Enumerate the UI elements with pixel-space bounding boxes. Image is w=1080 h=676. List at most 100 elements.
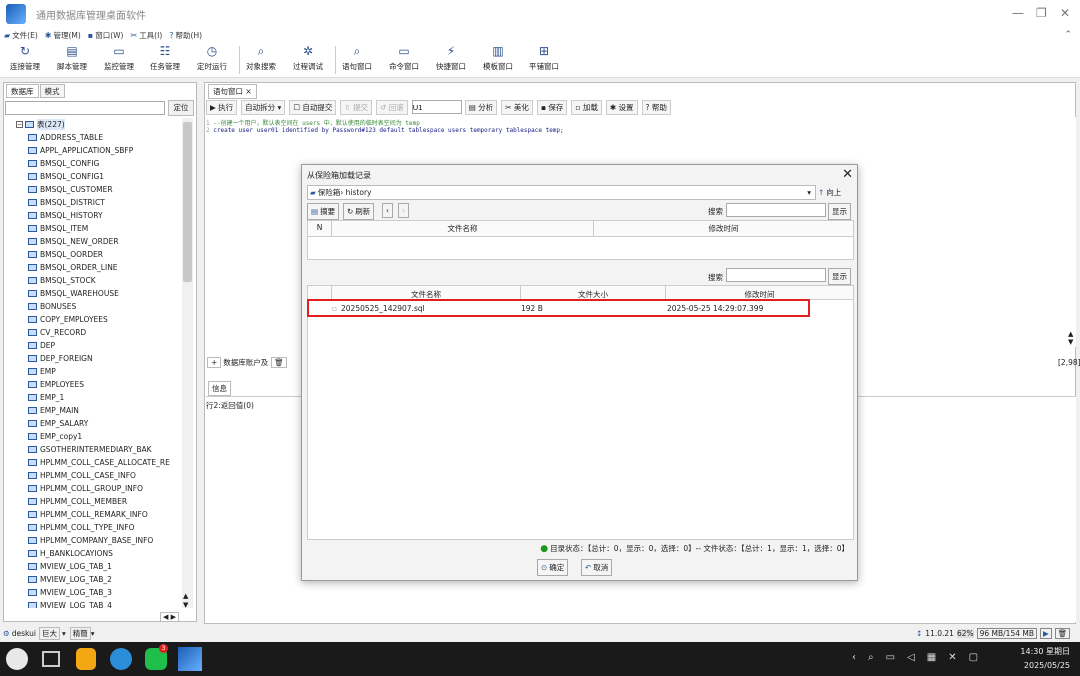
- table-item[interactable]: HPLMM_COLL_GROUP_INFO: [6, 482, 182, 495]
- file-search-input[interactable]: [726, 268, 826, 282]
- mode-select[interactable]: 精簡: [69, 626, 91, 640]
- table-item[interactable]: EMP_1: [6, 391, 182, 404]
- menu-tools[interactable]: ✂ 工具(I): [130, 30, 162, 41]
- message-icon[interactable]: ▢: [969, 652, 978, 663]
- app-yellow-icon[interactable]: [76, 648, 96, 670]
- table-item[interactable]: HPLMM_COMPANY_BASE_INFO: [6, 534, 182, 547]
- task-manager-button[interactable]: ☷ 任务管理: [150, 44, 180, 72]
- path-selector[interactable]: ▰ 保险箱› history ▾: [307, 185, 816, 200]
- table-item[interactable]: ADDRESS_TABLE: [6, 131, 182, 144]
- template-window-button[interactable]: ▥ 模板窗口: [483, 44, 513, 72]
- refresh-button[interactable]: ↻ 刷新: [343, 203, 375, 220]
- chevron-down-icon[interactable]: ▾: [91, 629, 95, 638]
- table-item[interactable]: HPLMM_COLL_CASE_INFO: [6, 469, 182, 482]
- delete-icon[interactable]: 🗑: [271, 357, 287, 368]
- object-search-button[interactable]: ⌕ 对象搜索: [246, 44, 276, 72]
- table-item[interactable]: HPLMM_COLL_REMARK_INFO: [6, 508, 182, 521]
- table-item[interactable]: MVIEW_LOG_TAB_3: [6, 586, 182, 599]
- table-item[interactable]: BMSQL_NEW_ORDER: [6, 235, 182, 248]
- locate-button[interactable]: 定位: [168, 100, 194, 116]
- add-icon[interactable]: +: [207, 357, 222, 368]
- table-item[interactable]: DEP: [6, 339, 182, 352]
- scroll-up-icon[interactable]: ▲: [183, 592, 188, 600]
- table-item[interactable]: BMSQL_WAREHOUSE: [6, 287, 182, 300]
- collapse-toggle-icon[interactable]: −: [16, 121, 23, 128]
- procedure-debug-button[interactable]: ✲ 过程调试: [293, 44, 323, 72]
- start-icon[interactable]: [6, 648, 28, 670]
- scheduled-run-button[interactable]: ◷ 定时运行: [197, 44, 227, 72]
- table-item[interactable]: BMSQL_CONFIG: [6, 157, 182, 170]
- chevron-down-icon[interactable]: ▾: [62, 629, 66, 638]
- forward-button[interactable]: ›: [398, 203, 409, 218]
- multitask-icon[interactable]: [42, 651, 60, 667]
- close-icon[interactable]: ✕: [1060, 6, 1070, 20]
- tree-scrollbar-thumb[interactable]: [183, 122, 192, 282]
- tab-database[interactable]: 数据库: [6, 84, 39, 98]
- table-item[interactable]: MVIEW_LOG_TAB_4: [6, 599, 182, 608]
- table-item[interactable]: HPLMM_COLL_MEMBER: [6, 495, 182, 508]
- schema-input[interactable]: [411, 100, 462, 114]
- auto-commit-checkbox[interactable]: ☐ 自动提交: [289, 99, 337, 115]
- keyboard-icon[interactable]: ▦: [927, 652, 936, 663]
- table-item[interactable]: MVIEW_LOG_TAB_2: [6, 573, 182, 586]
- script-manager-button[interactable]: ▤ 脚本管理: [57, 44, 87, 72]
- table-item[interactable]: CV_RECORD: [6, 326, 182, 339]
- network-icon[interactable]: ✕: [948, 652, 956, 663]
- rollback-button[interactable]: ↺ 回滚: [376, 99, 408, 115]
- table-item[interactable]: BMSQL_ORDER_LINE: [6, 261, 182, 274]
- help-button[interactable]: ? 帮助: [641, 99, 671, 115]
- collapse-icon[interactable]: ⌃: [1064, 30, 1072, 40]
- statement-window-button[interactable]: ⌕ 语句窗口: [342, 44, 372, 72]
- table-item[interactable]: GSOTHERINTERMEDIARY_BAK: [6, 443, 182, 456]
- tile-windows-button[interactable]: ⊞ 平铺窗口: [529, 44, 559, 72]
- maximize-icon[interactable]: ❐: [1036, 6, 1047, 20]
- table-item[interactable]: BMSQL_DISTRICT: [6, 196, 182, 209]
- menu-file[interactable]: ▰ 文件(E): [4, 30, 38, 41]
- table-item[interactable]: EMP_MAIN: [6, 404, 182, 417]
- tab-info[interactable]: 信息: [208, 381, 231, 396]
- ok-button[interactable]: ⊙ 确定: [537, 559, 569, 576]
- chevron-left-icon[interactable]: ‹: [852, 652, 856, 663]
- table-item[interactable]: EMP_SALARY: [6, 417, 182, 430]
- load-button[interactable]: ▫ 加载: [571, 99, 602, 115]
- table-item[interactable]: EMP: [6, 365, 182, 378]
- commit-button[interactable]: ⇧ 提交: [340, 99, 373, 115]
- table-item[interactable]: BMSQL_HISTORY: [6, 209, 182, 222]
- table-item[interactable]: BMSQL_CONFIG1: [6, 170, 182, 183]
- table-item[interactable]: BMSQL_STOCK: [6, 274, 182, 287]
- play-icon[interactable]: ▶: [1040, 628, 1052, 639]
- hscroll-arrows[interactable]: ◀ ▶: [160, 612, 179, 622]
- db-app-icon[interactable]: [178, 647, 202, 671]
- dir-show-button[interactable]: 显示: [828, 203, 851, 220]
- cancel-button[interactable]: ↶ 取消: [581, 559, 613, 576]
- clock[interactable]: 14:30 星期日 2025/05/25: [1010, 646, 1070, 670]
- settings-button[interactable]: ✱ 设置: [605, 99, 638, 115]
- db-account-tab[interactable]: 数据库账户及: [223, 357, 268, 368]
- table-item[interactable]: BMSQL_CUSTOMER: [6, 183, 182, 196]
- table-item[interactable]: APPL_APPLICATION_SBFP: [6, 144, 182, 157]
- connection-manager-button[interactable]: ↻ 连接管理: [10, 44, 40, 72]
- summary-button[interactable]: ▤ 摘要: [307, 203, 340, 220]
- execute-button[interactable]: ▶ 执行: [206, 99, 238, 115]
- tab-statement-window[interactable]: 语句窗口 ×: [208, 84, 257, 99]
- table-item[interactable]: HPLMM_COLL_CASE_ALLOCATE_RE: [6, 456, 182, 469]
- editor-scroll-arrows[interactable]: ▲ ▼: [1068, 330, 1073, 346]
- minimize-icon[interactable]: —: [1012, 6, 1024, 20]
- chevron-down-icon[interactable]: ▾: [807, 188, 811, 197]
- font-size-select[interactable]: 巨大: [38, 626, 60, 640]
- search-icon[interactable]: ⌕: [868, 652, 874, 663]
- tree-root[interactable]: − 表(227): [6, 118, 182, 131]
- close-tab-icon[interactable]: ×: [245, 87, 251, 96]
- object-search-input[interactable]: [5, 101, 165, 115]
- up-button[interactable]: ↑ 向上: [818, 185, 854, 200]
- monitor-manager-button[interactable]: ▭ 监控管理: [104, 44, 134, 72]
- menu-manage[interactable]: ✱ 管理(M): [45, 30, 81, 41]
- dir-search-input[interactable]: [726, 203, 826, 217]
- save-button[interactable]: ▪ 保存: [536, 99, 568, 115]
- command-window-button[interactable]: ▭ 命令窗口: [389, 44, 419, 72]
- menu-window[interactable]: ▪ 窗口(W): [88, 30, 124, 41]
- scroll-down-icon[interactable]: ▼: [183, 601, 188, 609]
- table-item[interactable]: BMSQL_ITEM: [6, 222, 182, 235]
- clipboard-icon[interactable]: ▭: [886, 652, 895, 663]
- tab-schema[interactable]: 模式: [39, 84, 65, 98]
